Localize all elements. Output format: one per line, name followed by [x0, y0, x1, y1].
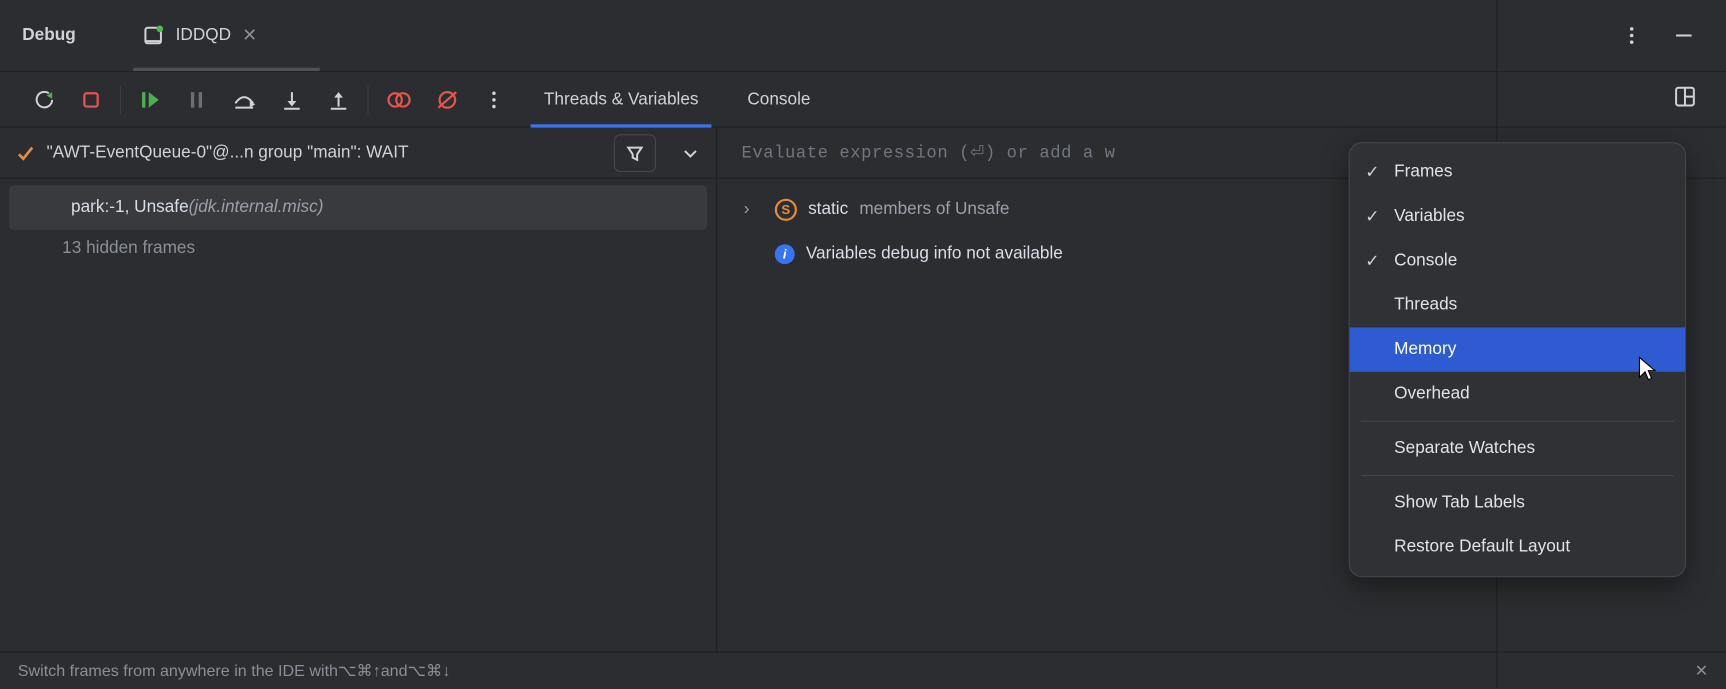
mute-breakpoints-icon[interactable] [435, 88, 459, 110]
tip-text-mid: and [381, 662, 408, 680]
menu-item-frames[interactable]: ✓Frames [1350, 150, 1685, 194]
frame-row[interactable]: park:-1, Unsafe (jdk.internal.misc) [9, 185, 707, 229]
close-tab-icon[interactable]: ✕ [242, 24, 257, 46]
pause-icon[interactable] [185, 88, 207, 110]
info-text: Variables debug info not available [806, 244, 1063, 264]
more-vert-icon[interactable] [1622, 26, 1642, 46]
rerun-icon[interactable] [33, 88, 55, 110]
tip-footer: Switch frames from anywhere in the IDE w… [0, 652, 1726, 689]
frame-name: park:-1, Unsafe [71, 198, 189, 218]
evaluate-placeholder: Evaluate expression (⏎) or add a w [741, 142, 1115, 163]
debug-toolbar: Threads & Variables Console [0, 72, 1726, 128]
step-over-icon[interactable] [232, 88, 256, 110]
tip-text-pre: Switch frames from anywhere in the IDE w… [18, 662, 338, 680]
chevron-down-icon[interactable] [680, 143, 700, 163]
menu-item-console[interactable]: ✓Console [1350, 239, 1685, 283]
minimize-icon[interactable] [1673, 24, 1695, 46]
menu-item-threads[interactable]: Threads [1350, 283, 1685, 327]
var-key: static [808, 200, 848, 220]
step-out-icon[interactable] [327, 88, 349, 110]
more-vert-icon[interactable] [484, 89, 504, 109]
step-into-icon[interactable] [281, 88, 303, 110]
stop-icon[interactable] [80, 88, 102, 110]
run-config-label: IDDQD [176, 26, 231, 46]
resume-icon[interactable] [139, 88, 161, 110]
thread-label: "AWT-EventQueue-0"@...n group "main": WA… [47, 143, 603, 163]
tip-key1: ⌥⌘↑ [338, 662, 381, 680]
menu-item-restore-layout[interactable]: Restore Default Layout [1350, 525, 1685, 569]
static-badge-icon: S [775, 199, 797, 221]
thread-selector[interactable]: "AWT-EventQueue-0"@...n group "main": WA… [0, 128, 716, 179]
menu-item-show-tab-labels[interactable]: Show Tab Labels [1350, 481, 1685, 525]
frame-package: (jdk.internal.misc) [189, 198, 324, 218]
tip-close-icon[interactable]: ✕ [1695, 662, 1708, 680]
frames-list: park:-1, Unsafe (jdk.internal.misc) 13 h… [0, 179, 716, 652]
run-config-icon [142, 24, 164, 46]
info-badge-icon: i [775, 244, 795, 264]
frames-column: "AWT-EventQueue-0"@...n group "main": WA… [0, 128, 717, 652]
tab-threads-variables[interactable]: Threads & Variables [542, 72, 701, 128]
view-breakpoints-icon[interactable] [386, 88, 410, 110]
tip-key2: ⌥⌘↓ [408, 662, 451, 680]
check-icon [16, 143, 36, 163]
var-value: members of Unsafe [859, 200, 1009, 220]
menu-item-variables[interactable]: ✓Variables [1350, 194, 1685, 238]
filter-button[interactable] [614, 134, 656, 172]
run-config-tab[interactable]: IDDQD ✕ [122, 0, 277, 71]
debug-header: Debug IDDQD ✕ [0, 0, 1726, 72]
expand-chevron-icon[interactable]: › [744, 200, 764, 220]
tab-console[interactable]: Console [745, 72, 813, 128]
filter-icon [625, 143, 645, 163]
menu-item-separate-watches[interactable]: Separate Watches [1350, 426, 1685, 470]
mouse-cursor-icon [1635, 355, 1659, 384]
hidden-frames-label[interactable]: 13 hidden frames [0, 230, 716, 259]
layout-settings-icon[interactable] [1673, 84, 1697, 108]
panel-title: Debug [22, 26, 76, 46]
